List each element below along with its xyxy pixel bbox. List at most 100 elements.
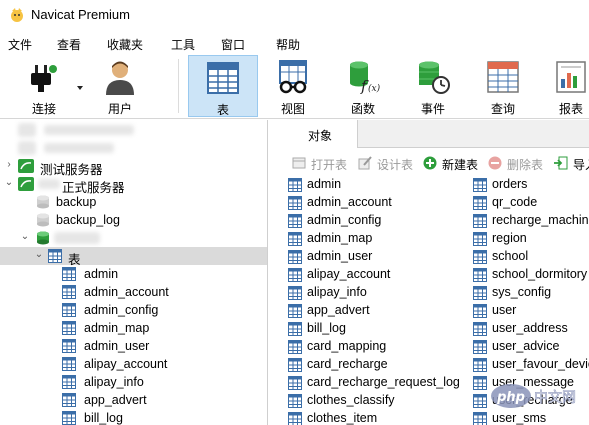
blurred-connection-icon: [18, 141, 36, 155]
object-item-table[interactable]: orders: [473, 176, 589, 194]
object-item-table[interactable]: app_advert: [288, 302, 468, 320]
object-item-table[interactable]: recharge_machine: [473, 212, 589, 230]
object-item-label: admin_map: [307, 231, 373, 245]
object-item-table[interactable]: school_dormitory: [473, 266, 589, 284]
tree-row-table[interactable]: alipay_info: [0, 373, 267, 391]
menu-view[interactable]: 查看: [57, 36, 81, 53]
object-item-table[interactable]: admin: [288, 176, 468, 194]
object-item-table[interactable]: card_mapping: [288, 338, 468, 356]
tree-row-table[interactable]: admin_map: [0, 319, 267, 337]
toolbar-user-button[interactable]: 用户: [92, 55, 148, 117]
tree-row-hidden-connection[interactable]: [0, 121, 267, 139]
object-item-table[interactable]: alipay_account: [288, 266, 468, 284]
design-table-icon: [358, 156, 372, 170]
object-item-label: admin_user: [307, 249, 373, 263]
open-table-icon: [292, 157, 306, 169]
chevron-down-icon[interactable]: [77, 86, 83, 90]
object-item-table[interactable]: qr_code: [473, 194, 589, 212]
toolbar-connect-label: 连接: [31, 102, 56, 116]
object-item-table[interactable]: card_recharge_request_log: [288, 374, 468, 392]
tree-label: backup_log: [56, 213, 120, 227]
object-item-table[interactable]: clothes_classify: [288, 392, 468, 410]
object-item-table[interactable]: admin_account: [288, 194, 468, 212]
object-item-label: recharge_machine: [492, 213, 589, 227]
toolbar-separator: [178, 59, 179, 113]
object-item-table[interactable]: admin_user: [288, 248, 468, 266]
tree-row-database[interactable]: backup: [0, 193, 267, 211]
menu-tools[interactable]: 工具: [171, 36, 195, 53]
import-label: 导入: [573, 158, 589, 172]
object-item-label: user: [492, 303, 517, 317]
chevron-right-icon[interactable]: ›: [4, 160, 14, 170]
toolbar-query-button[interactable]: 查询: [476, 55, 530, 117]
toolbar-report-label: 报表: [558, 102, 583, 116]
tree-row-table[interactable]: admin_user: [0, 337, 267, 355]
object-item-table[interactable]: clothes_item: [288, 410, 468, 425]
database-open-icon: [37, 231, 49, 245]
object-item-table[interactable]: admin_map: [288, 230, 468, 248]
menu-favorites[interactable]: 收藏夹: [107, 36, 143, 53]
tree-row-test-server[interactable]: › 测试服务器: [0, 157, 267, 177]
object-item-table[interactable]: user_address: [473, 320, 589, 338]
object-item-label: region: [492, 231, 527, 245]
object-item-table[interactable]: bill_log: [288, 320, 468, 338]
tree-row-table[interactable]: bill_log: [0, 409, 267, 425]
tree-row-table[interactable]: alipay_account: [0, 355, 267, 373]
tree-row-database[interactable]: backup_log: [0, 211, 267, 229]
tree-row-table[interactable]: admin: [0, 265, 267, 283]
table-icon: [473, 268, 487, 282]
table-icon: [288, 376, 302, 390]
tree-row-table[interactable]: admin_account: [0, 283, 267, 301]
object-item-table[interactable]: alipay_info: [288, 284, 468, 302]
tree-row-tables-node[interactable]: ⌄ 表: [0, 247, 267, 267]
mysql-connection-icon: [18, 177, 34, 191]
menu-window[interactable]: 窗口: [221, 36, 245, 53]
object-item-table[interactable]: region: [473, 230, 589, 248]
chevron-down-icon[interactable]: ⌄: [20, 232, 30, 242]
tree-row-table[interactable]: app_advert: [0, 391, 267, 409]
navicat-logo-icon: [11, 8, 23, 22]
object-item-table[interactable]: card_recharge: [288, 356, 468, 374]
object-item-table[interactable]: sys_config: [473, 284, 589, 302]
table-icon: [288, 394, 302, 408]
table-icon: [288, 304, 302, 318]
tree-label: admin: [84, 267, 119, 281]
table-icon: [62, 411, 76, 425]
object-item-table[interactable]: user_advice: [473, 338, 589, 356]
database-icon: [37, 213, 49, 227]
tree-row-open-database[interactable]: ⌄: [0, 229, 267, 247]
table-icon: [288, 268, 302, 282]
toolbar-function-label: 函数: [350, 102, 375, 116]
object-item-label: card_recharge: [307, 357, 388, 371]
toolbar-view-button[interactable]: 视图: [266, 55, 320, 117]
table-icon: [62, 267, 76, 281]
table-icon: [62, 393, 76, 407]
blurred-connection-icon: [18, 123, 36, 137]
connection-tree[interactable]: › 测试服务器 ⌄ 正式服务器 backup backup_log ⌄ ⌄ 表 …: [0, 120, 268, 425]
menu-file[interactable]: 文件: [8, 36, 32, 53]
tree-label: admin_config: [84, 303, 159, 317]
toolbar-table-button[interactable]: 表: [188, 55, 258, 117]
tab-objects[interactable]: 对象: [270, 120, 358, 148]
object-item-table[interactable]: user_favour_device: [473, 356, 589, 374]
new-table-label: 新建表: [442, 158, 479, 172]
menu-help[interactable]: 帮助: [276, 36, 300, 53]
tree-row-hidden-connection[interactable]: [0, 139, 267, 157]
object-item-table[interactable]: school: [473, 248, 589, 266]
toolbar-event-button[interactable]: 事件: [405, 55, 461, 117]
object-item-label: bill_log: [307, 321, 346, 335]
tree-label: admin_user: [84, 339, 150, 353]
chevron-down-icon[interactable]: ⌄: [4, 178, 14, 188]
object-item-label: user_favour_device: [492, 357, 589, 371]
chevron-down-icon[interactable]: ⌄: [34, 250, 44, 260]
toolbar-connect-button[interactable]: 连接: [16, 55, 72, 117]
table-icon: [473, 376, 487, 390]
toolbar-function-button[interactable]: f (x) 函数: [336, 55, 390, 117]
tree-row-table[interactable]: admin_config: [0, 301, 267, 319]
main-toolbar: 连接 用户 表 视图 f (x) 函数 事件 查询 报表: [0, 53, 589, 119]
object-item-table[interactable]: admin_config: [288, 212, 468, 230]
tree-row-production-server[interactable]: ⌄ 正式服务器: [0, 175, 267, 195]
object-item-table[interactable]: user: [473, 302, 589, 320]
toolbar-report-button[interactable]: 报表: [548, 55, 589, 117]
object-item-label: clothes_classify: [307, 393, 395, 407]
